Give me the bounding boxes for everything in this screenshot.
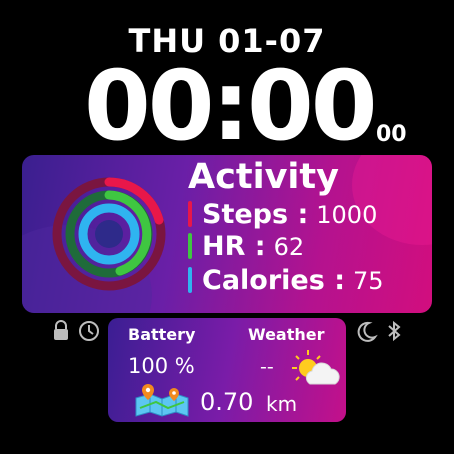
steps-row: Steps :1000: [188, 199, 377, 230]
status-icons-right: [357, 320, 401, 342]
status-icons-left: [54, 320, 99, 341]
heart-rate-label: HR :: [202, 231, 266, 262]
time-seconds: 00: [376, 122, 407, 147]
moon-icon: [357, 321, 378, 342]
activity-title: Activity: [188, 157, 339, 197]
lock-icon: [54, 320, 68, 340]
partly-cloudy-icon: [292, 350, 340, 385]
clock-icon: [79, 321, 99, 341]
battery-label: Battery: [128, 325, 196, 344]
calories-label: Calories :: [202, 265, 345, 296]
heart-rate-row: HR :62: [188, 231, 304, 262]
calories-row: Calories : 75: [188, 265, 384, 296]
info-card[interactable]: Battery Weather 100 % -- 0.70 km: [108, 318, 346, 422]
activity-rings-icon: [52, 177, 166, 291]
calories-indicator: [188, 267, 192, 293]
bluetooth-icon: [388, 320, 401, 342]
heart-rate-value: 62: [273, 233, 305, 261]
weather-value: --: [260, 356, 274, 378]
distance-value: 0.70: [200, 388, 254, 416]
steps-value: 1000: [316, 201, 378, 229]
map-distance-icon: [135, 384, 189, 417]
steps-indicator: [188, 201, 192, 227]
steps-label: Steps :: [202, 199, 309, 230]
battery-value: 100 %: [128, 354, 195, 378]
activity-card[interactable]: Activity Steps :1000 HR :62 Calories : 75: [22, 155, 432, 313]
distance-unit: km: [266, 392, 298, 416]
calories-value: 75: [353, 267, 384, 295]
time-hours-minutes: 00:00: [84, 50, 378, 162]
weather-label: Weather: [248, 325, 325, 344]
heart-rate-indicator: [188, 233, 192, 259]
